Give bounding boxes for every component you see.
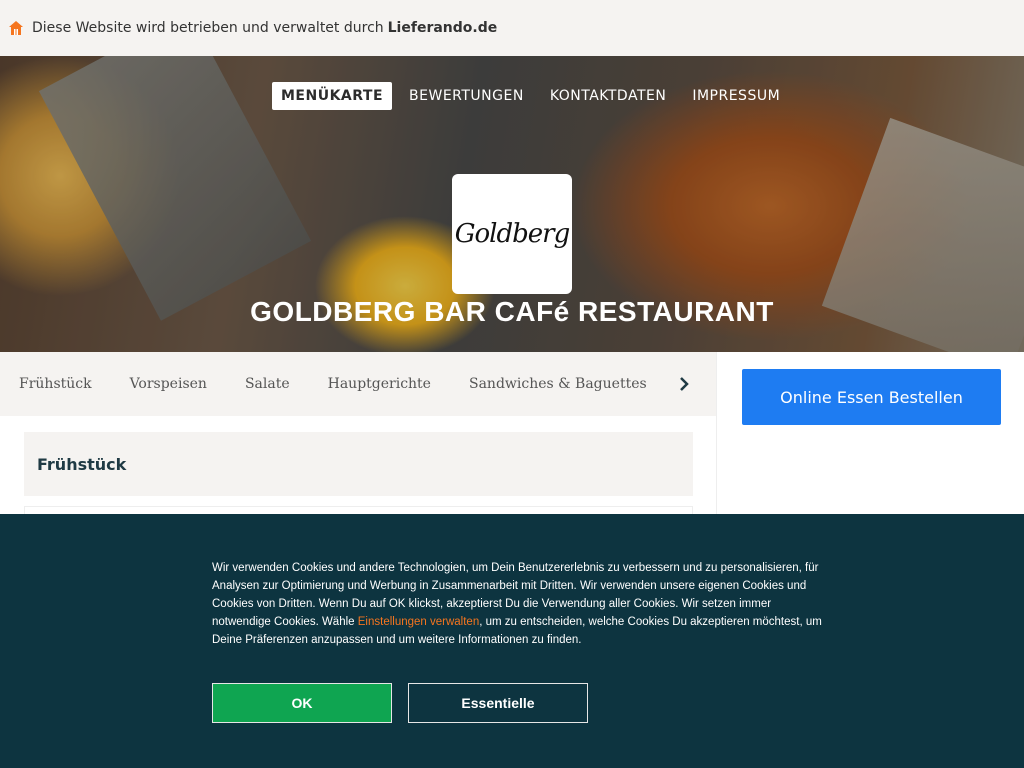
category-bar: Frühstück Vorspeisen Salate Hauptgericht… [0,352,716,416]
main-nav: MENÜKARTE BEWERTUNGEN KONTAKTDATEN IMPRE… [272,82,789,110]
hero-banner: MENÜKARTE BEWERTUNGEN KONTAKTDATEN IMPRE… [0,56,1024,352]
restaurant-logo: Goldberg [452,174,572,294]
restaurant-title: GOLDBERG BAR CAFé RESTAURANT [250,296,774,327]
provider-text: Diese Website wird betrieben und verwalt… [32,20,384,36]
order-online-button[interactable]: Online Essen Bestellen [742,369,1001,425]
category-list: Frühstück Vorspeisen Salate Hauptgericht… [0,376,660,392]
home-icon [8,20,24,36]
cookie-settings-link[interactable]: Einstellungen verwalten [358,616,479,628]
cookie-ok-button[interactable]: OK [212,683,392,723]
nav-bewertungen[interactable]: BEWERTUNGEN [400,82,533,110]
logo-lettering: Goldberg [454,219,570,249]
category-hauptgerichte[interactable]: Hauptgerichte [328,376,431,392]
nav-kontaktdaten[interactable]: KONTAKTDATEN [541,82,676,110]
category-sandwiches[interactable]: Sandwiches & Baguettes [469,376,647,392]
category-fruehstueck[interactable]: Frühstück [19,376,92,392]
cookie-essential-button[interactable]: Essentielle [408,683,588,723]
cookie-text: Wir verwenden Cookies und andere Technol… [212,562,822,646]
nav-impressum[interactable]: IMPRESSUM [683,82,789,110]
category-salate[interactable]: Salate [245,376,290,392]
category-vorspeisen[interactable]: Vorspeisen [130,376,207,392]
provider-brand-link[interactable]: Lieferando.de [388,20,498,36]
chevron-right-icon[interactable] [672,372,696,396]
cookie-banner: Wir verwenden Cookies und andere Technol… [0,514,1024,768]
nav-menukarte[interactable]: MENÜKARTE [272,82,393,110]
section-header: Frühstück [24,432,693,496]
provider-bar: Diese Website wird betrieben und verwalt… [0,0,1024,56]
